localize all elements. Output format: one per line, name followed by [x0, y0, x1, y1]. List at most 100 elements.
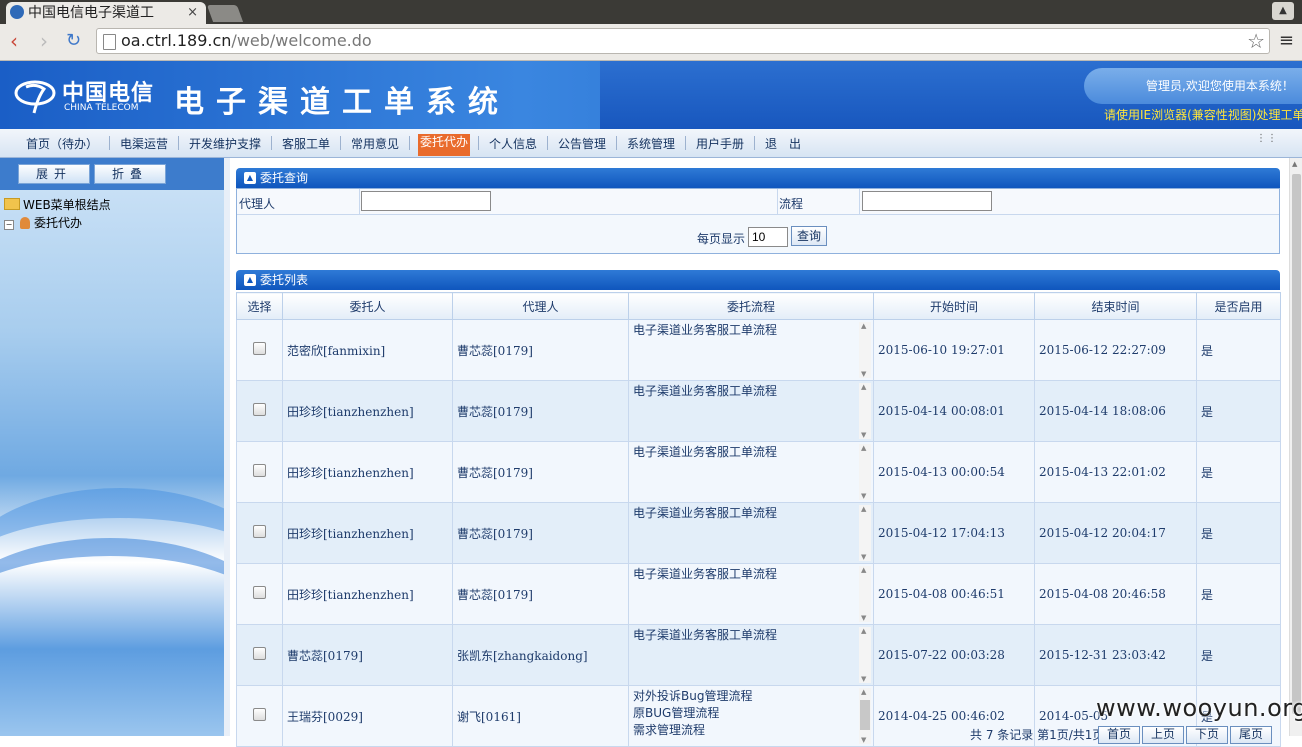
row-checkbox[interactable] [253, 708, 266, 721]
expand-button[interactable]: 展开 [18, 164, 90, 184]
cell-scrollbar[interactable]: ▲ ▼ [859, 322, 871, 378]
browser-tab[interactable]: 中国电信电子渠道工 × [6, 2, 206, 24]
forward-icon[interactable]: › [40, 30, 48, 52]
page-scrollbar-thumb[interactable] [1292, 174, 1301, 714]
row-checkbox[interactable] [253, 342, 266, 355]
tree-root[interactable]: WEB菜单根结点 [4, 196, 111, 214]
agent-cell: 张凯东[zhangkaidong] [452, 624, 629, 686]
next-page-button[interactable]: 下页 [1186, 726, 1228, 744]
bookmark-star-icon[interactable]: ☆ [1247, 29, 1265, 53]
browser-toolbar: ‹ › ↻ oa.ctrl.189.cn/web/welcome.do ☆ ≡ [0, 24, 1302, 61]
enabled-cell: 是 [1196, 380, 1281, 442]
prev-page-button[interactable]: 上页 [1142, 726, 1184, 744]
table-row: 田珍珍[tianzhenzhen] 曹芯蕊[0179] 电子渠道业务客服工单流程… [236, 502, 1281, 564]
table-header-row: 选择 委托人 代理人 委托流程 开始时间 结束时间 是否启用 [236, 292, 1281, 320]
process-cell: 电子渠道业务客服工单流程 ▲ ▼ [628, 624, 874, 686]
delegator-cell: 田珍珍[tianzhenzhen] [282, 441, 453, 503]
nav-dev-support[interactable]: 开发维护支撑 [189, 135, 261, 152]
agent-cell: 曹芯蕊[0179] [452, 502, 629, 564]
delegator-cell: 田珍珍[tianzhenzhen] [282, 563, 453, 625]
row-checkbox[interactable] [253, 464, 266, 477]
enabled-cell: 是 [1196, 441, 1281, 503]
address-bar[interactable]: oa.ctrl.189.cn/web/welcome.do ☆ [96, 28, 1270, 54]
url-host: oa.ctrl.189.cn [121, 31, 232, 50]
scrollbar-thumb[interactable] [860, 700, 870, 730]
enabled-cell: 是 [1196, 624, 1281, 686]
cell-scrollbar[interactable]: ▲ ▼ [859, 627, 871, 683]
query-form: 代理人 流程 每页显示 查询 [236, 188, 1280, 254]
process-cell: 电子渠道业务客服工单流程 ▲ ▼ [628, 502, 874, 564]
cell-scrollbar[interactable]: ▲ ▼ [859, 566, 871, 622]
first-page-button[interactable]: 首页 [1098, 726, 1140, 744]
cell-scrollbar[interactable]: ▲ ▼ [859, 383, 871, 439]
delegation-table: 选择 委托人 代理人 委托流程 开始时间 结束时间 是否启用 范密欣[fanmi… [236, 292, 1281, 747]
main-nav: 首页（待办） 电渠运营 开发维护支撑 客服工单 常用意见 委托代办 个人信息 公… [0, 129, 1302, 158]
window-restore-icon[interactable]: ▲ [1272, 2, 1294, 20]
table-row: 田珍珍[tianzhenzhen] 曹芯蕊[0179] 电子渠道业务客服工单流程… [236, 441, 1281, 503]
nav-delegation[interactable]: 委托代办 [418, 134, 471, 156]
collapse-button[interactable]: 折叠 [94, 164, 166, 184]
search-button[interactable]: 查询 [791, 226, 827, 246]
agent-label: 代理人 [239, 197, 276, 211]
query-panel-title: 委托查询 [260, 171, 309, 185]
end-time-cell: 2015-06-12 22:27:09 [1034, 319, 1197, 381]
table-row: 范密欣[fanmixin] 曹芯蕊[0179] 电子渠道业务客服工单流程 ▲ ▼ 2… [236, 319, 1281, 381]
nav-common-opinions[interactable]: 常用意见 [351, 135, 399, 152]
agent-cell: 曹芯蕊[0179] [452, 441, 629, 503]
agent-cell: 曹芯蕊[0179] [452, 319, 629, 381]
col-end-time: 结束时间 [1034, 292, 1197, 320]
start-time-cell: 2015-04-12 17:04:13 [873, 502, 1035, 564]
browser-menu-icon[interactable]: ≡ [1279, 30, 1294, 51]
nav-announcements[interactable]: 公告管理 [558, 135, 606, 152]
col-select: 选择 [236, 292, 283, 320]
nav-system-admin[interactable]: 系统管理 [627, 135, 675, 152]
nav-personal-info[interactable]: 个人信息 [489, 135, 537, 152]
nav-home[interactable]: 首页（待办） [26, 135, 98, 152]
nav-service-tickets[interactable]: 客服工单 [282, 135, 330, 152]
table-row: 田珍珍[tianzhenzhen] 曹芯蕊[0179] 电子渠道业务客服工单流程… [236, 380, 1281, 442]
folder-icon [4, 198, 20, 210]
collapse-panel-icon[interactable]: ▲ [244, 274, 256, 286]
collapse-node-icon[interactable]: − [4, 220, 14, 230]
last-page-button[interactable]: 尾页 [1230, 726, 1272, 744]
collapse-panel-icon[interactable]: ▲ [244, 172, 256, 184]
process-label: 流程 [779, 197, 804, 211]
new-tab-button[interactable] [206, 5, 244, 22]
back-icon[interactable]: ‹ [10, 30, 18, 52]
system-title: 电子渠道工单系统 [174, 85, 510, 120]
end-time-cell: 2015-12-31 23:03:42 [1034, 624, 1197, 686]
row-checkbox[interactable] [253, 586, 266, 599]
end-time-cell: 2015-04-13 22:01:02 [1034, 441, 1197, 503]
agent-input[interactable] [361, 191, 491, 211]
row-checkbox[interactable] [253, 525, 266, 538]
tree-item-delegation[interactable]: − 委托代办 [4, 214, 111, 232]
process-cell: 电子渠道业务客服工单流程 ▲ ▼ [628, 563, 874, 625]
process-input[interactable] [862, 191, 992, 211]
process-cell: 电子渠道业务客服工单流程 ▲ ▼ [628, 441, 874, 503]
enabled-cell: 是 [1196, 502, 1281, 564]
row-checkbox[interactable] [253, 403, 266, 416]
start-time-cell: 2015-06-10 19:27:01 [873, 319, 1035, 381]
process-cell: 电子渠道业务客服工单流程 ▲ ▼ [628, 319, 874, 381]
page-icon [103, 34, 116, 50]
page-scrollbar[interactable]: ▲ [1289, 158, 1302, 736]
watermark: www.wooyun.org [1096, 694, 1302, 722]
start-time-cell: 2015-04-13 00:00:54 [873, 441, 1035, 503]
cell-scrollbar[interactable]: ▲ ▼ [859, 444, 871, 500]
page-size-input[interactable] [748, 227, 788, 247]
tab-title: 中国电信电子渠道工 [28, 5, 154, 21]
nav-ecommerce-ops[interactable]: 电渠运营 [120, 135, 168, 152]
browser-tabbar: 中国电信电子渠道工 × ▲ [0, 0, 1302, 24]
close-tab-icon[interactable]: × [187, 2, 198, 24]
nav-user-manual[interactable]: 用户手册 [696, 135, 744, 152]
start-time-cell: 2015-04-14 00:08:01 [873, 380, 1035, 442]
reload-icon[interactable]: ↻ [66, 30, 81, 52]
process-cell: 对外投诉Bug管理流程 原BUG管理流程 需求管理流程 ▲ ▼ [628, 685, 874, 747]
scroll-up-icon[interactable]: ▲ [1292, 160, 1297, 168]
nav-logout[interactable]: 退 出 [765, 135, 801, 152]
cell-scrollbar[interactable]: ▲ ▼ [859, 505, 871, 561]
pager-summary: 共 7 条记录 第1页/共1页 [970, 728, 1105, 742]
col-process: 委托流程 [628, 292, 874, 320]
end-time-cell: 2015-04-08 20:46:58 [1034, 563, 1197, 625]
row-checkbox[interactable] [253, 647, 266, 660]
